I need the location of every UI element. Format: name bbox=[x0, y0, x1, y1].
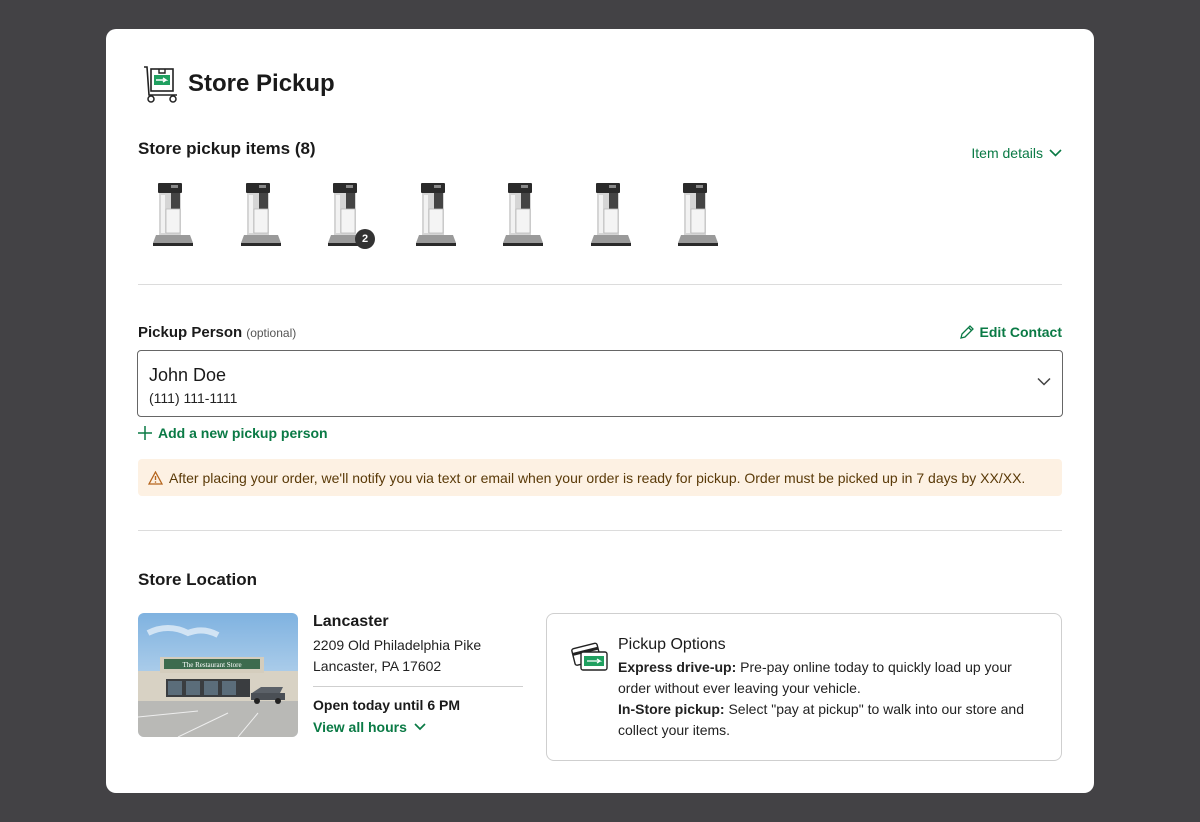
chevron-down-icon bbox=[1049, 149, 1062, 157]
add-pickup-person-button[interactable]: Add a new pickup person bbox=[138, 425, 328, 441]
item-thumbnail[interactable] bbox=[675, 181, 721, 249]
instore-label: In-Store pickup: bbox=[618, 701, 725, 717]
pickup-person-label: Pickup Person (optional) bbox=[138, 324, 296, 341]
coffee-brewer-image bbox=[415, 183, 456, 246]
pickup-person-select[interactable]: John Doe (111) 111-1111 bbox=[137, 350, 1063, 417]
store-info-divider bbox=[313, 686, 523, 687]
pickup-items-title: Store pickup items (8) bbox=[138, 139, 316, 158]
cart-icon bbox=[144, 66, 177, 103]
item-details-toggle[interactable]: Item details bbox=[971, 145, 1062, 161]
store-location-title: Store Location bbox=[138, 570, 258, 589]
pickup-notice: After placing your order, we'll notify y… bbox=[138, 459, 1062, 496]
pickup-options-text: Express drive-up: Pre-pay online today t… bbox=[618, 657, 1048, 741]
store-address-line1: 2209 Old Philadelphia Pike bbox=[313, 637, 482, 653]
store-name: Lancaster bbox=[313, 613, 389, 630]
store-photo: The Restaurant Store bbox=[138, 613, 298, 737]
contact-name: John Doe bbox=[149, 365, 227, 385]
quantity-badge: 2 bbox=[355, 229, 375, 249]
item-thumbnail[interactable] bbox=[238, 181, 284, 249]
pencil-icon bbox=[959, 324, 974, 339]
store-pickup-card: Store Pickup Store pickup items (8) Item… bbox=[106, 29, 1094, 793]
section-divider bbox=[138, 284, 1062, 285]
warning-icon bbox=[148, 470, 163, 485]
page-title: Store Pickup bbox=[188, 70, 335, 97]
coffee-brewer-image bbox=[240, 183, 281, 246]
coffee-brewer-image bbox=[503, 183, 543, 246]
store-hours: Open today until 6 PM bbox=[313, 697, 461, 713]
notice-text: After placing your order, we'll notify y… bbox=[169, 469, 1026, 486]
express-label: Express drive-up: bbox=[618, 659, 737, 675]
store-sign-text: The Restaurant Store bbox=[182, 661, 241, 669]
edit-contact-label: Edit Contact bbox=[979, 324, 1062, 340]
item-thumbnail[interactable] bbox=[500, 181, 546, 249]
item-details-label: Item details bbox=[971, 145, 1043, 161]
add-pickup-person-label: Add a new pickup person bbox=[158, 425, 328, 441]
chevron-down-icon bbox=[1037, 377, 1051, 386]
pickup-person-text: Pickup Person bbox=[138, 324, 243, 341]
edit-contact-button[interactable]: Edit Contact bbox=[959, 324, 1062, 340]
item-thumbnail[interactable] bbox=[588, 181, 634, 249]
plus-icon bbox=[138, 426, 152, 440]
chevron-down-icon bbox=[414, 723, 426, 731]
contact-phone: (111) 111-1111 bbox=[149, 390, 238, 406]
store-address-line2: Lancaster, PA 17602 bbox=[313, 658, 442, 674]
item-thumbnail[interactable]: 2 bbox=[325, 181, 375, 249]
payment-cards-icon bbox=[571, 642, 608, 671]
pickup-options-title: Pickup Options bbox=[618, 636, 726, 653]
section-divider bbox=[138, 530, 1062, 531]
page-header: Store Pickup bbox=[142, 65, 335, 103]
item-thumbnail[interactable] bbox=[413, 181, 459, 249]
pickup-options-panel: Pickup Options Express drive-up: Pre-pay… bbox=[546, 613, 1062, 761]
item-thumbnail[interactable] bbox=[150, 181, 196, 249]
optional-hint: (optional) bbox=[246, 326, 297, 340]
coffee-brewer-image bbox=[590, 183, 631, 246]
view-all-hours-label: View all hours bbox=[313, 719, 407, 735]
coffee-brewer-image bbox=[678, 183, 718, 246]
store-info: Lancaster 2209 Old Philadelphia Pike Lan… bbox=[313, 613, 523, 735]
view-all-hours-link[interactable]: View all hours bbox=[313, 719, 523, 735]
coffee-brewer-image bbox=[153, 183, 193, 246]
